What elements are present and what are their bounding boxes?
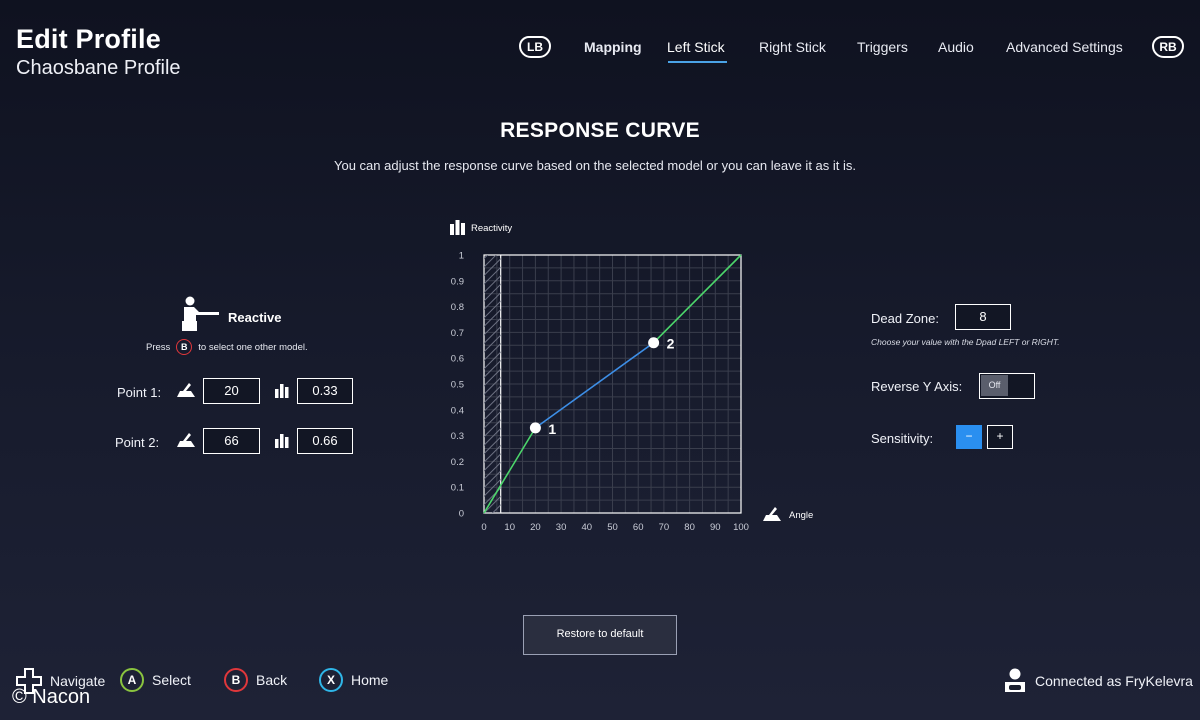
sensitivity-decrease-button[interactable]: −: [956, 425, 982, 449]
y-tick-label: 1: [459, 251, 464, 262]
active-tab-indicator: [668, 61, 727, 63]
x-tick-label: 50: [607, 522, 618, 533]
y-axis-label: Reactivity: [471, 223, 512, 234]
y-tick-label: 0.8: [451, 302, 464, 313]
x-tick-label: 100: [733, 522, 749, 533]
tab-right-stick[interactable]: Right Stick: [759, 39, 826, 55]
lb-bumper-icon[interactable]: LB: [519, 36, 551, 58]
y-tick-label: 0.7: [451, 328, 464, 339]
reactivity-bars-icon: [275, 384, 289, 403]
dead-zone-area: [484, 255, 501, 513]
connection-status: Connected as FryKelevra: [1003, 668, 1193, 694]
home-hint[interactable]: X Home: [319, 668, 388, 692]
home-label: Home: [351, 672, 389, 688]
section-description: You can adjust the response curve based …: [333, 158, 856, 173]
tab-left-stick[interactable]: Left Stick: [667, 39, 725, 55]
x-tick-label: 80: [684, 522, 695, 533]
y-tick-label: 0.6: [451, 354, 464, 365]
curve-segment: [534, 342, 655, 429]
stick-angle-icon: [176, 432, 196, 453]
y-tick-label: 0.1: [451, 483, 464, 494]
y-tick-label: 0.2: [451, 457, 464, 468]
stick-angle-icon: [176, 382, 196, 403]
model-hint-suffix: to select one other model.: [198, 341, 308, 353]
sensitivity-label: Sensitivity:: [871, 431, 934, 446]
back-hint[interactable]: B Back: [224, 668, 287, 692]
response-curve-svg[interactable]: 12 0 10 20 30 40 50 60 70 80 90 10000.10.20.30.40.…: [430, 210, 830, 540]
y-tick-label: 0.4: [451, 405, 464, 416]
user-controller-icon: [1005, 668, 1025, 692]
x-tick-label: 30: [556, 522, 567, 533]
x-tick-label: 90: [710, 522, 721, 533]
y-tick-label: 0: [459, 509, 464, 520]
x-button-icon: X: [319, 668, 343, 692]
section-title: RESPONSE CURVE: [500, 119, 700, 142]
y-axis-title-group: Reactivity: [450, 220, 512, 235]
reverse-y-state: Off: [981, 375, 1008, 396]
tab-triggers[interactable]: Triggers: [857, 39, 908, 55]
point-1-angle-input[interactable]: 20: [203, 378, 260, 404]
copyright-watermark: © Nacon: [12, 686, 91, 708]
dead-zone-input[interactable]: 8: [955, 304, 1011, 330]
select-label: Select: [152, 672, 191, 688]
tab-mapping[interactable]: Mapping: [584, 39, 642, 55]
y-tick-label: 0.3: [451, 431, 464, 442]
a-button-icon: A: [120, 668, 144, 692]
y-tick-label: 0.5: [451, 380, 464, 391]
x-tick-label: 0: [481, 522, 486, 533]
stick-angle-icon: [763, 507, 781, 521]
dead-zone-label: Dead Zone:: [871, 311, 939, 326]
model-hint-prefix: Press: [146, 341, 171, 353]
point-1-label: Point 1:: [117, 385, 162, 400]
reverse-y-label: Reverse Y Axis:: [871, 379, 963, 394]
control-point-handle[interactable]: [529, 422, 541, 434]
x-tick-label: 10: [504, 522, 515, 533]
dead-zone-hint: Choose your value with the Dpad LEFT or …: [871, 337, 1060, 347]
y-tick-label: 0.9: [451, 276, 464, 287]
x-axis-title-group: Angle: [763, 507, 813, 521]
model-hint: Press B to select one other model.: [146, 339, 308, 355]
sensitivity-increase-button[interactable]: +: [987, 425, 1013, 449]
back-label: Back: [256, 672, 288, 688]
x-axis-label: Angle: [789, 510, 813, 521]
tab-advanced-settings[interactable]: Advanced Settings: [1006, 39, 1123, 55]
x-tick-label: 60: [633, 522, 644, 533]
point-2-label: Point 2:: [115, 435, 160, 450]
restore-default-button[interactable]: Restore to default: [523, 615, 677, 655]
b-button-icon: B: [176, 339, 193, 355]
point-2-reactivity-input[interactable]: 0.66: [297, 428, 353, 454]
control-point-label: 1: [548, 421, 556, 437]
reactivity-bars-icon: [275, 434, 289, 453]
tab-audio[interactable]: Audio: [938, 39, 974, 55]
connected-user-label: Connected as FryKelevra: [1035, 673, 1193, 689]
tab-bar: LB Mapping Left Stick Right Stick Trigge…: [0, 34, 1200, 64]
select-hint[interactable]: A Select: [120, 668, 191, 692]
reverse-y-toggle[interactable]: Off: [979, 373, 1035, 399]
x-tick-label: 40: [582, 522, 593, 533]
point-2-angle-input[interactable]: 66: [203, 428, 260, 454]
b-button-icon: B: [224, 668, 248, 692]
control-points[interactable]: 12: [529, 336, 675, 437]
rb-bumper-icon[interactable]: RB: [1152, 36, 1184, 58]
rifle-shooter-icon: [179, 296, 221, 337]
response-curve-chart[interactable]: 12 0 10 20 30 40 50 60 70 80 90 100 0 0.1 0.2 0.3 0.4 0.…: [430, 210, 830, 540]
reactivity-bars-icon: [450, 220, 465, 235]
point-1-reactivity-input[interactable]: 0.33: [297, 378, 353, 404]
x-tick-label: 20: [530, 522, 541, 533]
control-point-label: 2: [667, 336, 675, 352]
control-point-handle[interactable]: [648, 337, 660, 349]
x-tick-label: 70: [659, 522, 670, 533]
model-name: Reactive: [228, 310, 282, 325]
